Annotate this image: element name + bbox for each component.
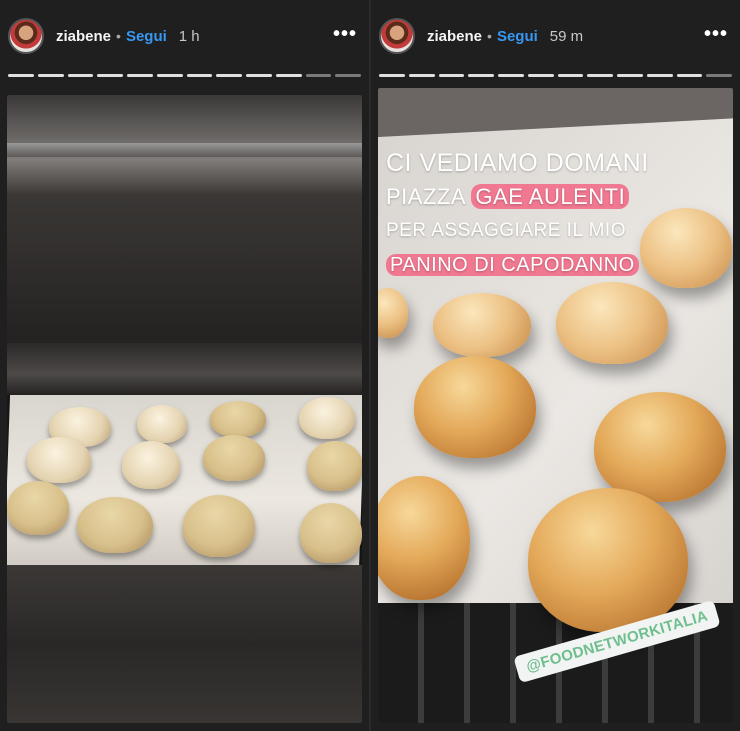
more-options-icon[interactable]: ••• — [704, 24, 728, 44]
username[interactable]: ziabene — [56, 28, 111, 45]
story-header: ziabene • Segui 1 h ••• — [0, 14, 369, 58]
username[interactable]: ziabene — [427, 28, 482, 45]
story-timestamp: 59 m — [549, 27, 584, 45]
bun — [77, 497, 153, 553]
story-photo-buns: CI VEDIAMO DOMANI PIAZZA GAE AULENTI PER… — [378, 88, 733, 723]
story-progress-bar — [8, 74, 361, 77]
progress-segment — [335, 74, 361, 77]
oven-floor — [7, 565, 362, 723]
story-header: ziabene • Segui 59 m ••• — [371, 14, 740, 58]
bun — [594, 392, 726, 502]
bun — [556, 282, 668, 364]
bun — [137, 405, 187, 443]
progress-segment — [438, 74, 465, 77]
caption-highlight: PANINO DI CAPODANNO — [386, 254, 639, 276]
bun — [7, 481, 69, 535]
progress-segment — [186, 74, 213, 77]
oven-rail — [7, 143, 362, 157]
progress-segment — [676, 74, 703, 77]
progress-segment — [275, 74, 302, 77]
bun — [122, 441, 180, 489]
story-panel-right[interactable]: ziabene • Segui 59 m ••• CI VEDIAMO DOMA… — [371, 0, 740, 731]
bun — [414, 356, 536, 458]
more-options-icon[interactable]: ••• — [333, 24, 357, 44]
progress-segment — [97, 74, 123, 77]
progress-segment — [468, 74, 494, 77]
bun — [433, 293, 531, 357]
caption-line: PIAZZA GAE AULENTI — [386, 180, 726, 214]
story-timestamp: 1 h — [178, 27, 200, 45]
bun — [378, 476, 470, 600]
bun — [528, 488, 688, 632]
caption-line: PANINO DI CAPODANNO — [386, 248, 726, 282]
oven-interior — [7, 95, 362, 345]
progress-segment — [67, 74, 94, 77]
story-caption: CI VEDIAMO DOMANI PIAZZA GAE AULENTI PER… — [386, 146, 726, 282]
bun — [203, 435, 265, 481]
avatar[interactable] — [379, 18, 415, 54]
progress-segment — [156, 74, 183, 77]
progress-segment — [646, 74, 673, 77]
story-photo-oven — [7, 95, 362, 723]
separator-dot: • — [487, 28, 492, 44]
avatar[interactable] — [8, 18, 44, 54]
follow-button[interactable]: Segui — [497, 28, 538, 45]
separator-dot: • — [116, 28, 121, 44]
bun — [27, 437, 91, 483]
progress-segment — [127, 74, 153, 77]
progress-segment — [706, 74, 732, 77]
caption-highlight: GAE AULENTI — [471, 184, 630, 209]
follow-button[interactable]: Segui — [126, 28, 167, 45]
progress-segment — [246, 74, 272, 77]
progress-segment — [617, 74, 643, 77]
progress-segment — [305, 74, 332, 77]
bun — [307, 441, 362, 491]
progress-segment — [408, 74, 435, 77]
progress-segment — [8, 74, 34, 77]
progress-segment — [37, 74, 64, 77]
progress-segment — [587, 74, 613, 77]
caption-line: CI VEDIAMO DOMANI — [386, 149, 649, 177]
bun — [299, 397, 355, 439]
progress-segment — [216, 74, 242, 77]
bun — [183, 495, 255, 557]
bun — [300, 503, 362, 563]
bun — [210, 401, 266, 437]
progress-segment — [379, 74, 405, 77]
progress-segment — [557, 74, 584, 77]
progress-segment — [527, 74, 554, 77]
story-progress-bar — [379, 74, 732, 77]
story-panel-left[interactable]: ziabene • Segui 1 h ••• — [0, 0, 369, 731]
oven-glass — [7, 343, 362, 395]
progress-segment — [498, 74, 524, 77]
caption-text: PIAZZA — [386, 184, 465, 209]
caption-line: PER ASSAGGIARE IL MIO — [386, 220, 626, 241]
